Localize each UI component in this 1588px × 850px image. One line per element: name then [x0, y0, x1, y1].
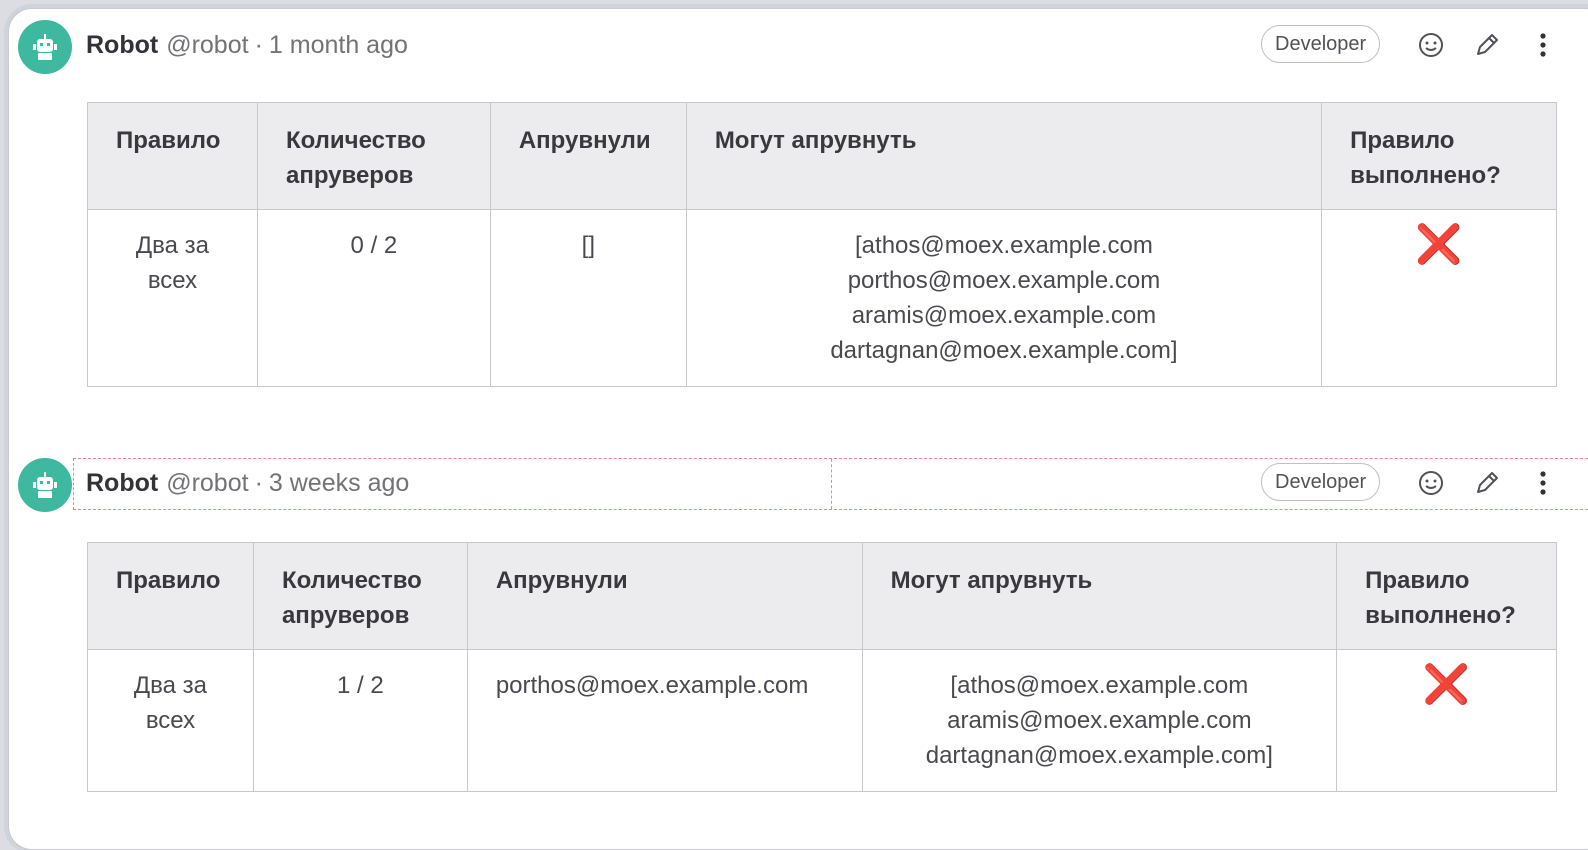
robot-avatar-icon[interactable]	[18, 458, 72, 512]
author-name[interactable]: Robot	[86, 31, 158, 60]
approver-email: aramis@moex.example.com	[947, 707, 1252, 734]
rules-table: Правило Количество апруверов Апрувнули М…	[87, 542, 1557, 792]
header-rule: Правило	[87, 542, 254, 650]
role-badge: Developer	[1261, 463, 1381, 501]
cross-mark-icon: ❌	[1415, 224, 1463, 266]
author-handle[interactable]: @robot	[166, 469, 248, 498]
header-approved: Апрувнули	[489, 102, 687, 210]
cell-count: 0 / 2	[256, 209, 491, 387]
cell-done: ❌	[1336, 649, 1557, 792]
header-count: Количество апруверов	[256, 102, 491, 210]
header-count: Количество апруверов	[252, 542, 468, 650]
author-handle[interactable]: @robot	[166, 31, 248, 60]
approver-email: [athos@moex.example.com	[950, 672, 1249, 699]
cell-rule: Два за всех	[87, 209, 258, 387]
more-vertical-icon[interactable]	[1528, 30, 1558, 60]
more-vertical-icon[interactable]	[1528, 468, 1558, 498]
pencil-icon[interactable]	[1472, 30, 1502, 60]
cell-count: 1 / 2	[252, 649, 468, 792]
header-rule: Правило	[87, 102, 258, 210]
approver-email: aramis@moex.example.com	[851, 302, 1157, 329]
robot-avatar-icon[interactable]	[18, 20, 72, 74]
header-can-approve: Могут апрувнуть	[861, 542, 1338, 650]
author-name[interactable]: Robot	[86, 469, 158, 498]
rules-table: Правило Количество апруверов Апрувнули М…	[87, 102, 1557, 387]
table-header-row: Правило Количество апруверов Апрувнули М…	[87, 102, 1557, 210]
timestamp[interactable]: 3 weeks ago	[269, 469, 409, 498]
timestamp[interactable]: 1 month ago	[269, 31, 408, 60]
cross-mark-icon: ❌	[1422, 664, 1471, 706]
cell-can-approve: [athos@moex.example.com aramis@moex.exam…	[861, 649, 1338, 792]
header-done: Правило выполнено?	[1321, 102, 1557, 210]
emoji-icon[interactable]	[1416, 468, 1446, 498]
emoji-icon[interactable]	[1416, 30, 1446, 60]
role-badge: Developer	[1261, 25, 1381, 63]
separator: ·	[254, 468, 263, 497]
cell-rule: Два за всех	[87, 649, 254, 792]
table-row: Два за всех 0 / 2 [] [athos@moex.example…	[87, 209, 1557, 387]
header-approved: Апрувнули	[466, 542, 863, 650]
approver-email: dartagnan@moex.example.com]	[925, 742, 1273, 769]
separator: ·	[254, 30, 263, 59]
approver-email: porthos@moex.example.com	[847, 267, 1161, 294]
table-row: Два за всех 1 / 2 porthos@moex.example.c…	[87, 649, 1557, 792]
cell-can-approve: [athos@moex.example.com porthos@moex.exa…	[685, 209, 1323, 387]
cell-done: ❌	[1321, 209, 1557, 387]
pencil-icon[interactable]	[1472, 468, 1502, 498]
cell-approved: []	[489, 209, 687, 387]
approver-email: [athos@moex.example.com	[855, 232, 1153, 259]
table-header-row: Правило Количество апруверов Апрувнули М…	[87, 542, 1557, 650]
approver-email: dartagnan@moex.example.com]	[830, 337, 1178, 364]
header-done: Правило выполнено?	[1336, 542, 1557, 650]
header-can-approve: Могут апрувнуть	[685, 102, 1323, 210]
cell-approved: porthos@moex.example.com	[466, 649, 863, 792]
